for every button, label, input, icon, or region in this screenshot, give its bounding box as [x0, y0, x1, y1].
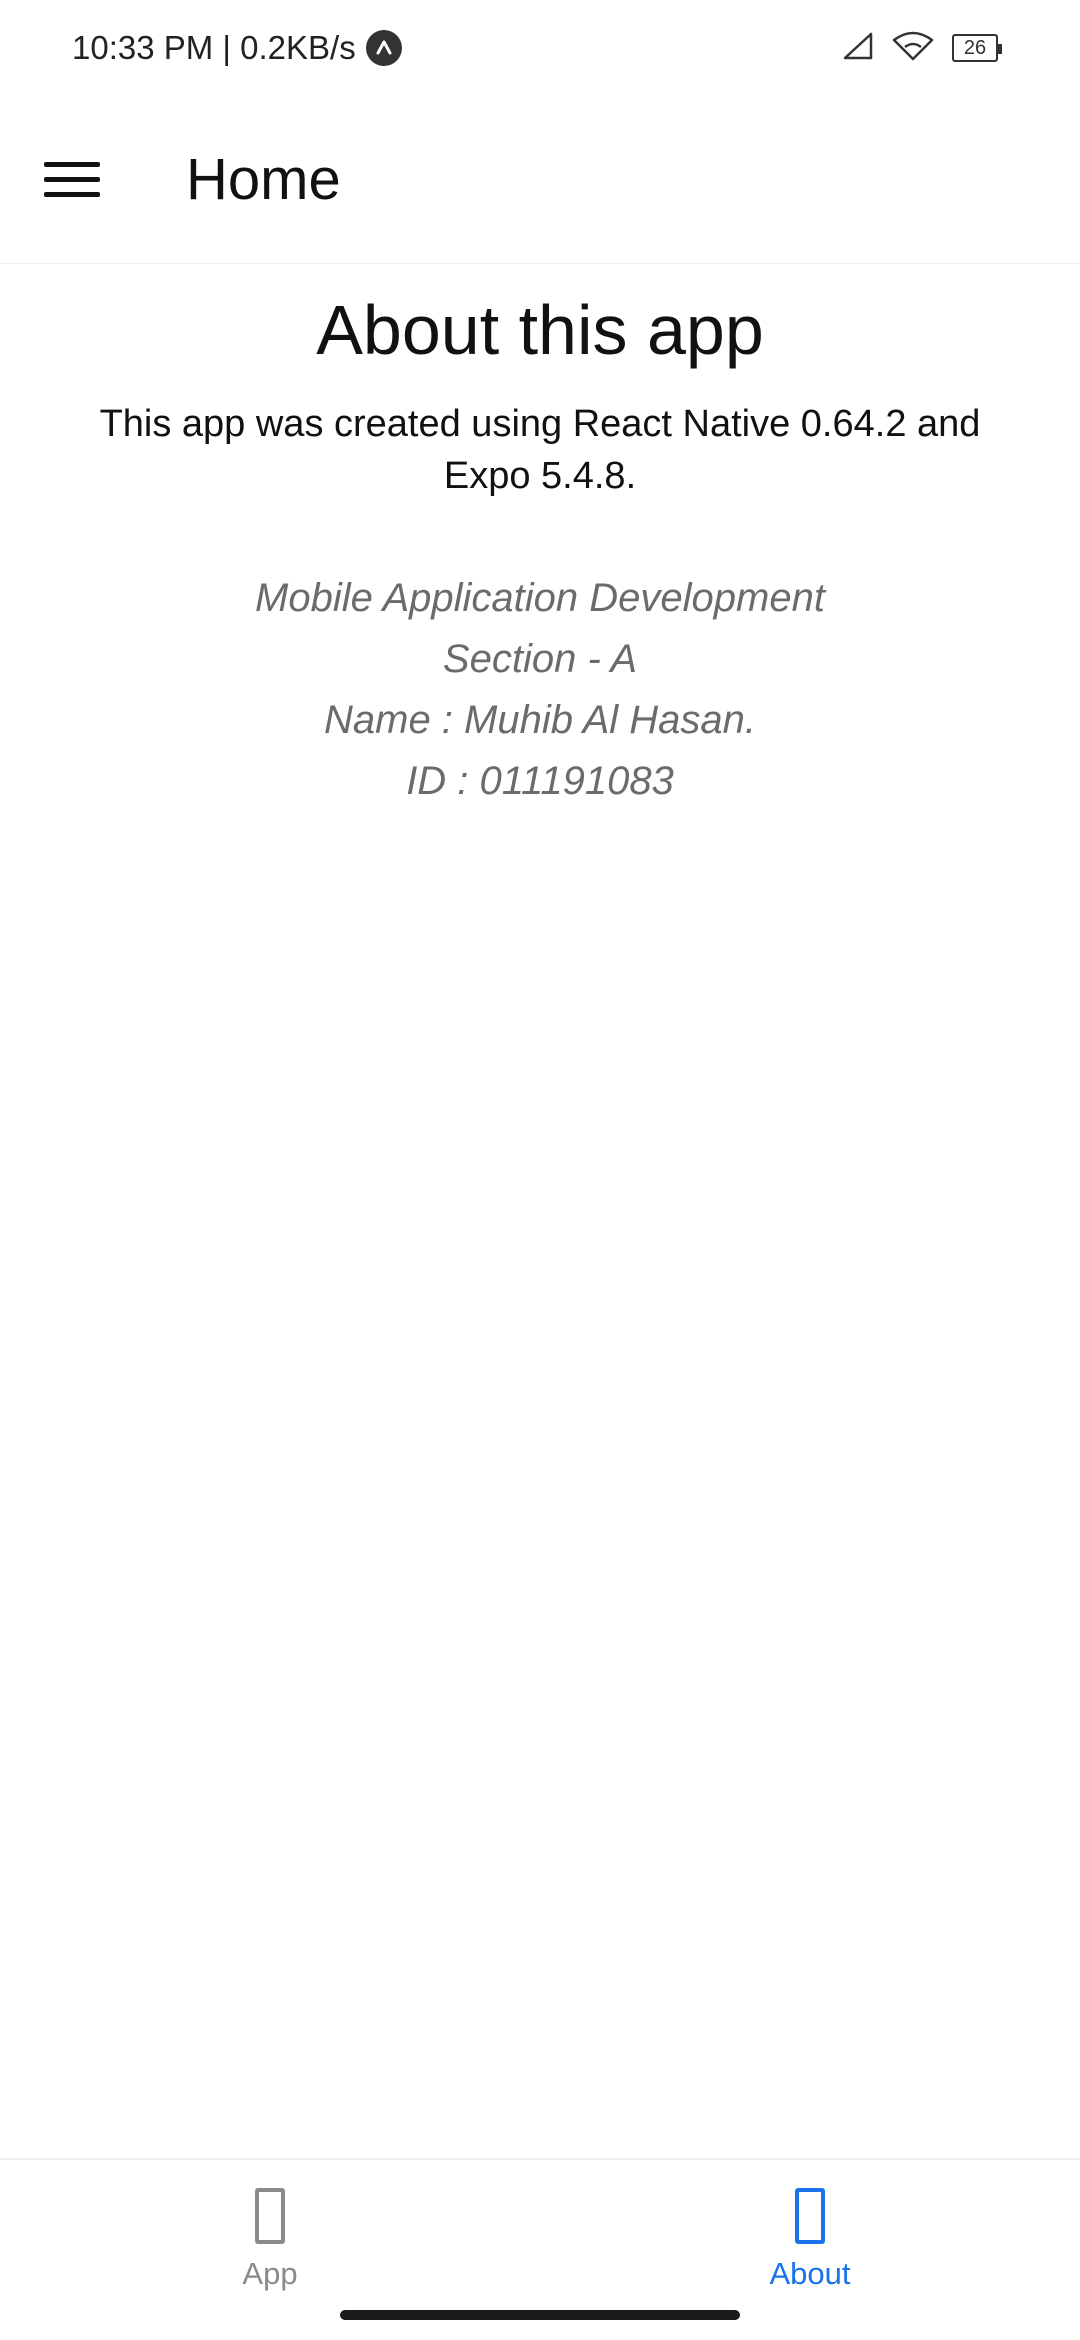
status-bar: 10:33 PM | 0.2KB/s 26	[0, 0, 1080, 96]
status-left: 10:33 PM | 0.2KB/s	[72, 29, 402, 67]
battery-icon: 26	[952, 34, 1002, 62]
menu-line	[44, 192, 100, 197]
wifi-icon	[892, 31, 934, 66]
battery-level: 26	[963, 36, 987, 59]
about-description: This app was created using React Native …	[99, 403, 981, 497]
hamburger-menu-icon[interactable]	[36, 144, 108, 216]
info-block: Mobile Application Development Section -…	[0, 568, 1080, 812]
status-time: 10:33 PM | 0.2KB/s	[72, 29, 356, 66]
info-course: Mobile Application Development	[255, 576, 825, 620]
home-indicator[interactable]	[340, 2310, 740, 2320]
page-title: Home	[186, 147, 341, 212]
menu-line	[44, 177, 100, 182]
tab-label-app: App	[242, 2256, 298, 2291]
menu-line	[44, 162, 100, 167]
screen: 10:33 PM | 0.2KB/s 26 Home About this ap…	[0, 0, 1080, 2340]
app-header: Home	[0, 96, 1080, 264]
info-name: Name : Muhib Al Hasan.	[323, 698, 757, 742]
about-title: About this app	[316, 291, 764, 369]
info-id: ID : 011191083	[406, 759, 674, 803]
signal-icon	[842, 31, 874, 66]
status-right: 26	[842, 31, 1002, 66]
notification-icon	[365, 30, 402, 66]
about-content: About this app This app was created usin…	[0, 265, 1080, 812]
app-tab-icon	[255, 2188, 285, 2244]
about-tab-icon	[795, 2188, 825, 2244]
tab-label-about: About	[769, 2256, 851, 2291]
info-section: Section - A	[442, 637, 638, 681]
